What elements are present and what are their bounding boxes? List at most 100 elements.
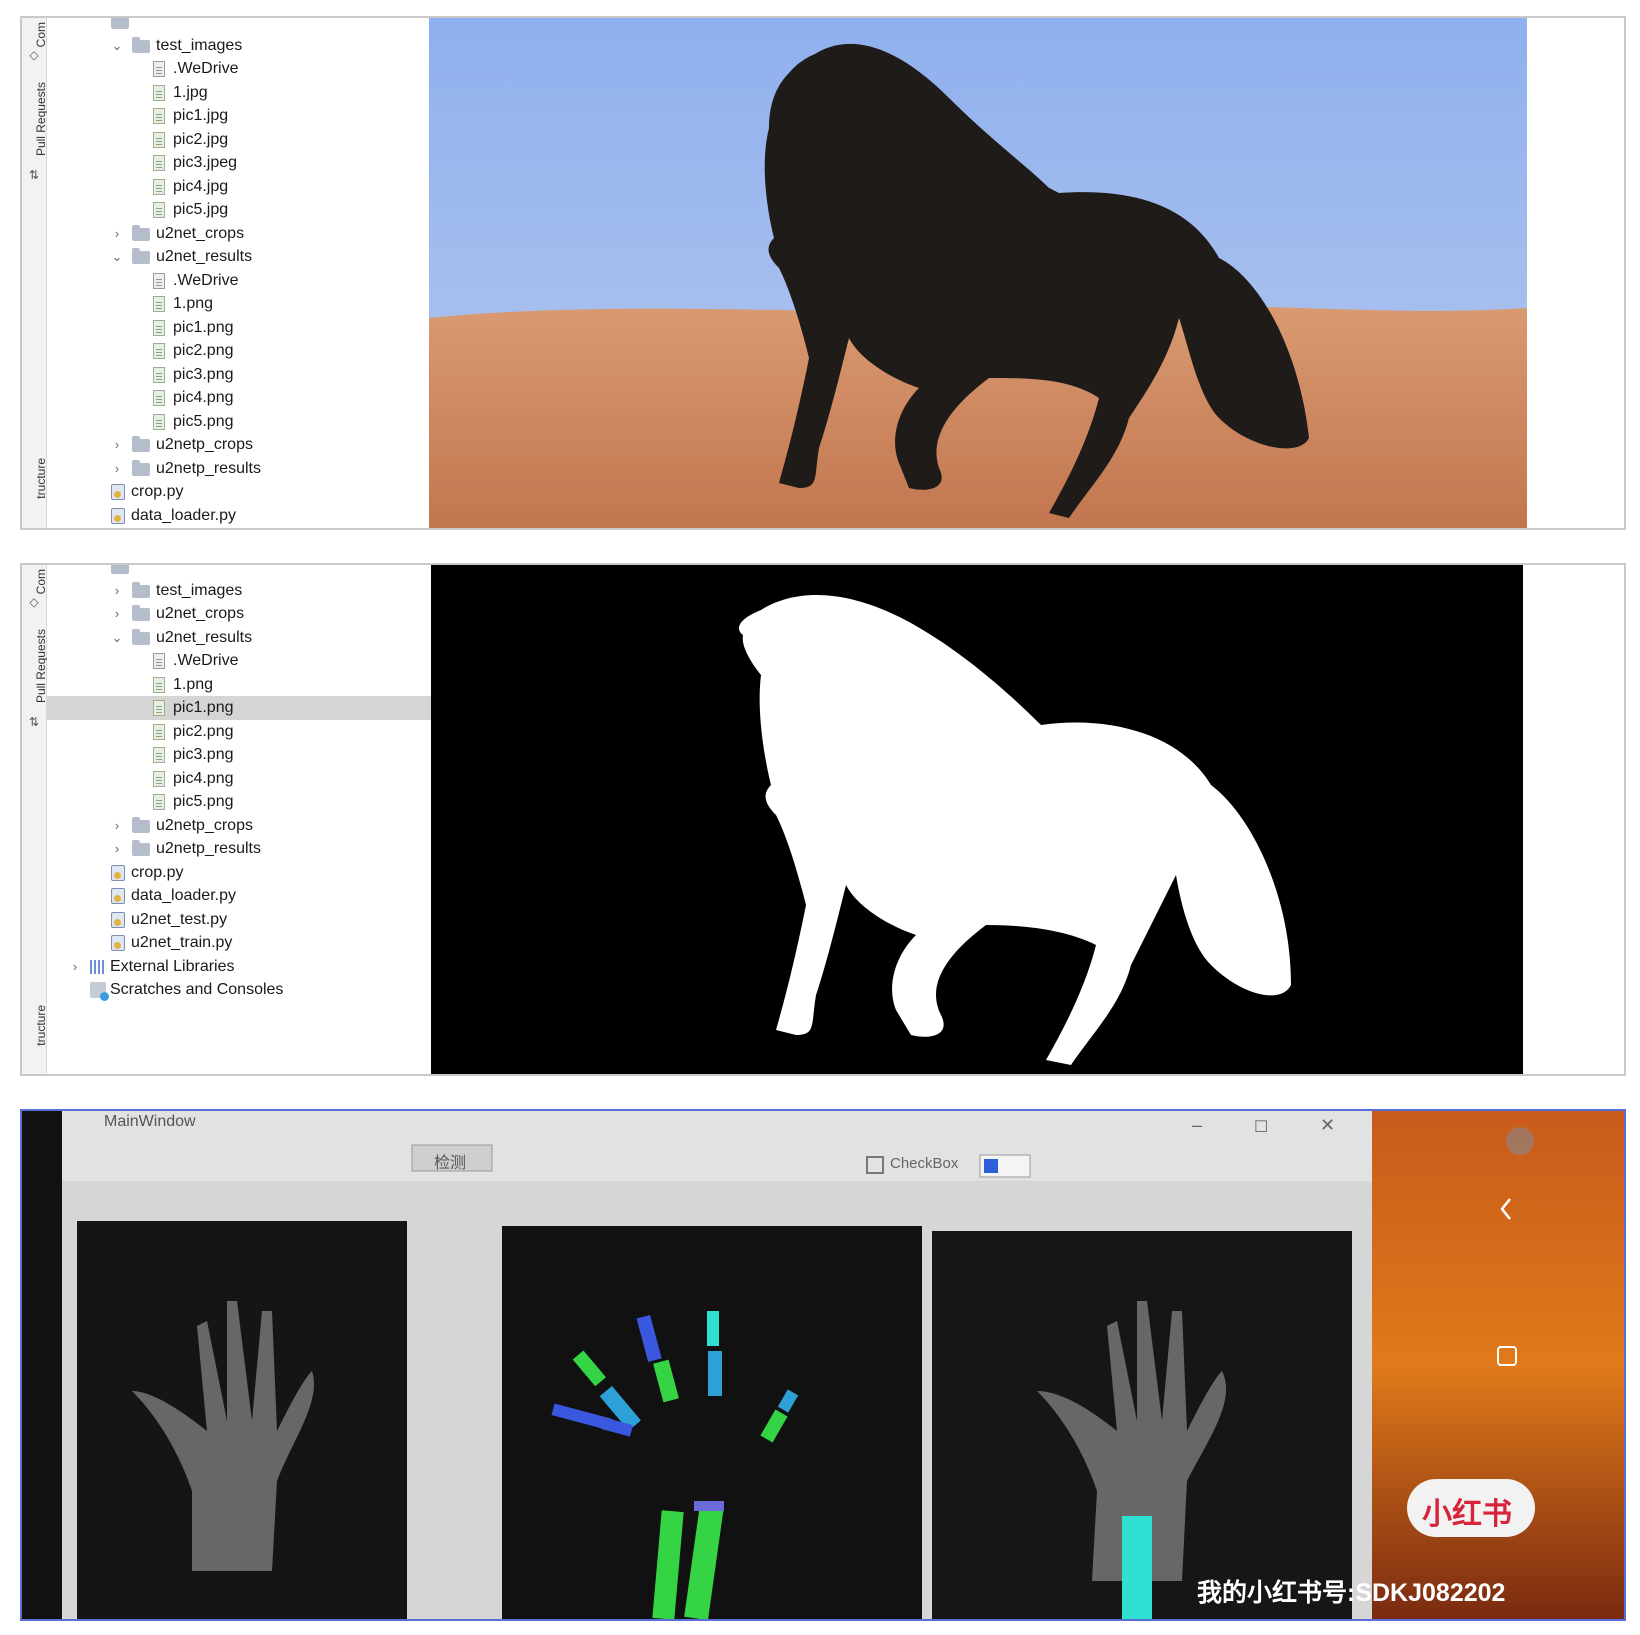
tree-item[interactable]: pic4.jpg (47, 175, 472, 199)
folder-icon (132, 840, 150, 856)
python-file-icon (111, 935, 125, 951)
tree-item-label: 1.png (173, 295, 214, 312)
ide-tool-strip: Com ◇ Pull Requests ⇅ tructure (22, 565, 48, 1074)
folder-icon (132, 581, 150, 598)
image-file-icon (153, 676, 165, 693)
photo-bone-detection-app: MainWindow – ☐ ✕ 检测 CheckBox 小红书 我的小红书号:… (20, 1109, 1626, 1621)
tree-item[interactable]: › u2netp_results (47, 837, 472, 861)
tree-item[interactable]: .WeDrive (47, 269, 472, 293)
folder-icon (111, 565, 129, 574)
project-tree[interactable]: test_data ⌄ test_images .WeDrive 1.jpg pic1.j… (47, 18, 472, 528)
image-file-icon (153, 794, 165, 810)
chevron-right-icon[interactable]: › (110, 222, 124, 246)
tree-item[interactable]: › u2netp_crops (47, 814, 472, 838)
tree-item[interactable]: › u2netp_crops (47, 433, 472, 457)
tree-item-label: u2net_test.py (131, 910, 228, 928)
chevron-right-icon[interactable]: › (68, 955, 82, 979)
tree-item[interactable]: pic2.png (47, 339, 472, 363)
tree-item[interactable]: pic1.png (47, 316, 472, 340)
folder-icon (132, 436, 150, 452)
tree-item[interactable]: .WeDrive (47, 57, 472, 81)
tree-item[interactable]: 1.png (47, 292, 472, 316)
image-file-icon (153, 178, 165, 195)
horse-mask (431, 565, 1523, 1074)
scratches-icon (90, 982, 109, 1001)
chevron-right-icon[interactable]: › (110, 457, 124, 481)
pull-requests-tool-tab[interactable]: Pull Requests (34, 629, 48, 703)
tree-item[interactable]: › External Libraries (47, 955, 472, 979)
tree-item-label: pic2.png (173, 342, 234, 359)
tree-item[interactable]: pic2.jpg (47, 128, 472, 152)
tree-item[interactable]: .WeDrive (47, 649, 472, 673)
tree-item[interactable]: test_data (47, 565, 472, 579)
xiaohongshu-logo: 小红书 (1422, 1498, 1512, 1531)
chevron-down-icon[interactable]: ⌄ (110, 245, 124, 269)
tree-item[interactable]: pic3.png (47, 363, 472, 387)
tree-item[interactable]: u2net_test.py (47, 908, 472, 932)
tree-item[interactable]: ⌄ u2net_results (47, 245, 472, 269)
tree-item[interactable]: crop.py (47, 861, 472, 885)
tree-item[interactable]: crop.py (47, 480, 472, 504)
window-minimize-button[interactable]: – (1192, 1115, 1202, 1136)
tree-item[interactable]: pic2.png (47, 720, 472, 744)
tree-item[interactable]: pic1.jpg (47, 104, 472, 128)
tree-item[interactable]: test_data (47, 18, 472, 34)
file-icon (153, 61, 165, 77)
tree-item[interactable]: pic5.png (47, 410, 472, 434)
tree-item[interactable]: › test_images (47, 579, 472, 603)
tree-item[interactable]: › u2net_crops (47, 602, 472, 626)
chevron-right-icon[interactable]: › (110, 602, 124, 626)
chevron-down-icon[interactable]: ⌄ (110, 34, 124, 58)
tree-item-label: pic4.jpg (173, 177, 229, 195)
image-file-icon (153, 723, 165, 740)
tree-item[interactable]: ⌄ u2net_results (47, 626, 472, 650)
chevron-down-icon[interactable]: ⌄ (110, 626, 124, 650)
tree-item[interactable]: pic4.png (47, 767, 472, 791)
tree-item-label: u2net_results (156, 248, 253, 265)
tree-item[interactable]: pic5.jpg (47, 198, 472, 222)
tree-item[interactable]: › u2net_crops (47, 222, 472, 246)
folder-icon (132, 628, 150, 645)
tree-item-label: Scratches and Consoles (110, 981, 284, 998)
project-tree[interactable]: test_data›test_images›u2net_crops⌄u2net_… (47, 565, 472, 1074)
watermark-id: 我的小红书号:SDKJ082202 (1197, 1579, 1506, 1607)
structure-tool-tab[interactable]: tructure (34, 458, 48, 499)
window-close-button[interactable]: ✕ (1320, 1115, 1335, 1136)
tree-item[interactable]: 1.jpg (47, 81, 472, 105)
tree-item[interactable]: pic5.png (47, 790, 472, 814)
tree-item[interactable]: data_loader.py (47, 884, 472, 908)
tree-item-label: pic5.jpg (173, 201, 229, 218)
commit-tool-tab[interactable]: Com (34, 22, 48, 47)
window-maximize-button[interactable]: ☐ (1254, 1117, 1268, 1137)
pull-requests-tool-tab[interactable]: Pull Requests (34, 82, 48, 156)
tree-item[interactable]: 1.png (47, 673, 472, 697)
python-file-icon (111, 484, 125, 500)
checkbox-label[interactable]: CheckBox (890, 1155, 958, 1172)
tree-item[interactable]: data_loader.py (47, 504, 472, 528)
tree-item[interactable]: pic1.png (47, 696, 472, 720)
tree-item[interactable]: u2net_train.py (47, 931, 472, 955)
commit-tool-tab[interactable]: Com (34, 569, 48, 594)
screenshot-panel-original: Com ◇ Pull Requests ⇅ tructure test_data… (20, 16, 1626, 530)
chevron-right-icon[interactable]: › (110, 814, 124, 838)
tree-item-label: test_images (156, 581, 243, 599)
tree-item-label: crop.py (131, 863, 184, 881)
image-file-icon (153, 319, 165, 336)
tree-item-label: pic1.png (173, 318, 234, 336)
tree-item[interactable]: pic4.png (47, 386, 472, 410)
ide-tool-strip: Com ◇ Pull Requests ⇅ tructure (22, 18, 48, 528)
chevron-right-icon[interactable]: › (110, 579, 124, 603)
tree-item-label: pic2.png (173, 722, 234, 740)
detect-button[interactable]: 检测 (434, 1149, 466, 1173)
chevron-right-icon[interactable]: › (110, 837, 124, 861)
structure-tool-tab[interactable]: tructure (34, 1005, 48, 1046)
tree-item[interactable]: pic3.png (47, 743, 472, 767)
tree-item[interactable]: ⌄ test_images (47, 34, 472, 58)
tree-item-label: pic5.png (173, 412, 234, 430)
tree-item[interactable]: pic3.jpeg (47, 151, 472, 175)
tree-item-label: u2net_results (156, 628, 253, 646)
tree-item[interactable]: Scratches and Consoles (47, 978, 472, 1002)
chevron-right-icon[interactable]: › (110, 433, 124, 457)
tree-item[interactable]: › u2netp_results (47, 457, 472, 481)
tree-item-label: test_data (135, 18, 201, 20)
